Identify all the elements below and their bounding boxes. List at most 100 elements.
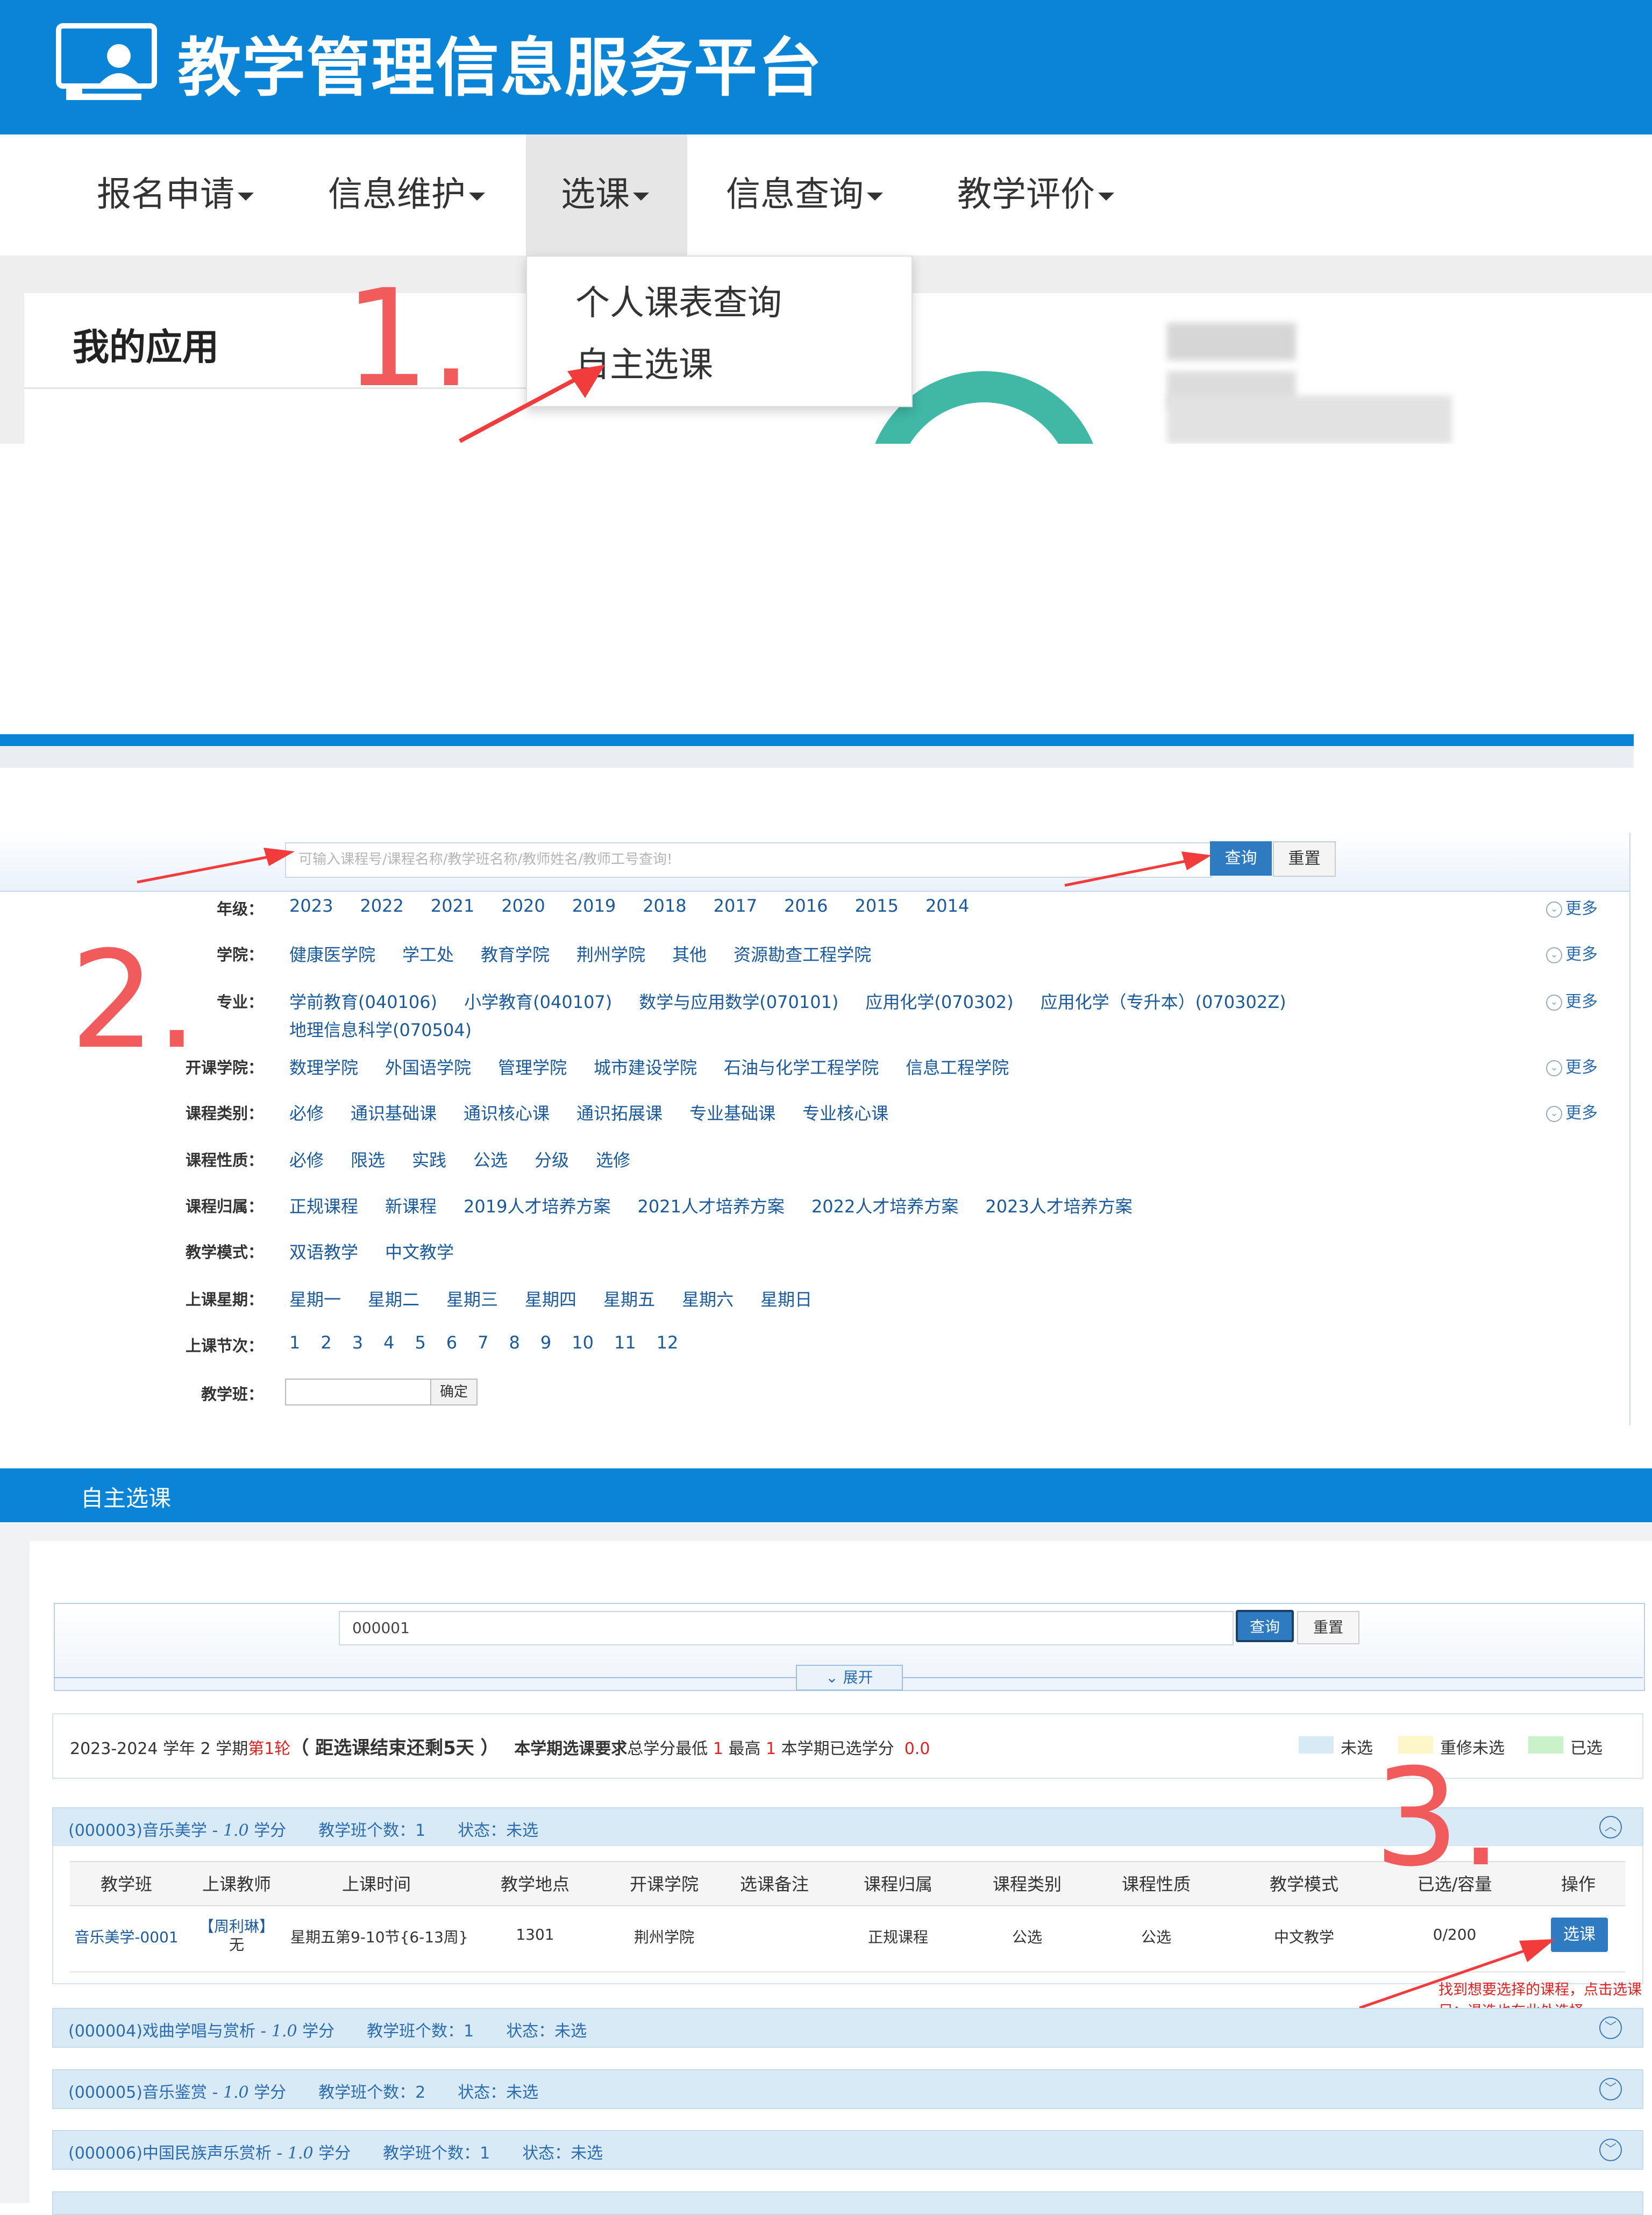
filter-option[interactable]: 管理学院 xyxy=(498,1057,567,1078)
filter-option[interactable]: 9 xyxy=(540,1332,551,1353)
filter-option[interactable]: 分级 xyxy=(535,1150,569,1170)
filter-option[interactable]: 12 xyxy=(657,1332,679,1353)
filter-option[interactable]: 双语教学 xyxy=(289,1242,358,1262)
filter-option[interactable]: 数理学院 xyxy=(289,1057,358,1078)
filter-option[interactable]: 地理信息科学(070504) xyxy=(289,1020,472,1040)
filter-option[interactable]: 2021 xyxy=(431,896,474,916)
filter-option[interactable]: 通识核心课 xyxy=(464,1103,550,1124)
filter-option[interactable]: 选修 xyxy=(596,1150,630,1170)
filter-option[interactable]: 2019 xyxy=(572,896,616,916)
filter-option[interactable]: 2023 xyxy=(289,896,333,916)
reset-button[interactable]: 重置 xyxy=(1273,841,1336,877)
filter-option[interactable]: 必修 xyxy=(289,1150,324,1170)
filter-option[interactable]: 健康医学院 xyxy=(289,945,375,965)
filter-option[interactable]: 教育学院 xyxy=(481,945,550,965)
nav-info-maintain[interactable]: 信息维护 xyxy=(312,134,511,255)
filter-option[interactable]: 石油与化学工程学院 xyxy=(724,1057,879,1078)
filter-option[interactable]: 城市建设学院 xyxy=(594,1057,697,1078)
filter-option[interactable]: 2019人才培养方案 xyxy=(464,1196,610,1217)
nav-teaching-eval[interactable]: 教学评价 xyxy=(941,134,1140,255)
filter-option[interactable]: 通识拓展课 xyxy=(576,1103,663,1124)
filter-option[interactable]: 2017 xyxy=(714,896,757,916)
filter-option[interactable]: 2020 xyxy=(501,896,545,916)
nav-course-selection[interactable]: 选课 xyxy=(526,134,687,255)
filter-option[interactable]: 2018 xyxy=(643,896,686,916)
filter-option[interactable]: 4 xyxy=(383,1332,394,1353)
filter-option[interactable]: 应用化学（专升本）(070302Z) xyxy=(1041,992,1286,1012)
course-row[interactable]: (000004)戏曲学唱与赏析 - 1.0 学分 教学班个数：1 状态：未选 ﹀ xyxy=(52,2008,1643,2048)
filter-option[interactable]: 信息工程学院 xyxy=(906,1057,1009,1078)
nav-info-query[interactable]: 信息查询 xyxy=(710,134,909,255)
course-row[interactable]: (000006)中国民族声乐赏析 - 1.0 学分 教学班个数：1 状态：未选 ﹀ xyxy=(52,2130,1643,2170)
filter-option[interactable]: 星期六 xyxy=(682,1289,734,1310)
query-button[interactable]: 查询 xyxy=(1236,1610,1294,1642)
filter-option[interactable]: 必修 xyxy=(289,1103,324,1124)
course-row[interactable] xyxy=(52,2191,1643,2215)
chevron-down-icon[interactable]: ﹀ xyxy=(1599,2017,1622,2039)
filter-option[interactable]: 2023人才培养方案 xyxy=(985,1196,1132,1217)
filter-option[interactable]: 学工处 xyxy=(402,945,454,965)
filter-option[interactable]: 2016 xyxy=(784,896,828,916)
filter-option[interactable]: 应用化学(070302) xyxy=(865,992,1013,1012)
filter-option[interactable]: 星期二 xyxy=(368,1289,419,1310)
filter-option[interactable]: 资源勘查工程学院 xyxy=(734,945,871,965)
filter-option[interactable]: 5 xyxy=(415,1332,425,1353)
more-button-major[interactable]: ⌄ 更多 xyxy=(1546,988,1598,1012)
filter-option[interactable]: 2021人才培养方案 xyxy=(637,1196,784,1217)
filter-option[interactable]: 2 xyxy=(321,1332,331,1353)
filter-option[interactable]: 小学教育(040107) xyxy=(464,992,612,1012)
chevron-down-icon[interactable]: ﹀ xyxy=(1599,2078,1622,2100)
nav-signup[interactable]: 报名申请 xyxy=(81,134,285,255)
filter-option[interactable]: 限选 xyxy=(351,1150,385,1170)
filter-option[interactable]: 荆州学院 xyxy=(576,945,645,965)
filter-option[interactable]: 星期五 xyxy=(603,1289,655,1310)
filter-option[interactable]: 公选 xyxy=(473,1150,508,1170)
more-button-college[interactable]: ⌄ 更多 xyxy=(1546,941,1598,964)
filter-option[interactable]: 7 xyxy=(478,1332,488,1353)
filter-option[interactable]: 中文教学 xyxy=(385,1242,454,1262)
more-button-grade[interactable]: ⌄ 更多 xyxy=(1546,895,1598,919)
class-confirm-button[interactable]: 确定 xyxy=(430,1379,478,1405)
filter-option[interactable]: 2015 xyxy=(855,896,899,916)
filter-option[interactable]: 6 xyxy=(446,1332,457,1353)
caret-down-icon xyxy=(867,192,883,201)
filter-option[interactable]: 8 xyxy=(509,1332,520,1353)
filter-option[interactable]: 3 xyxy=(352,1332,363,1353)
filter-option[interactable]: 星期三 xyxy=(446,1289,498,1310)
filter-option[interactable]: 2022人才培养方案 xyxy=(811,1196,958,1217)
filter-option[interactable]: 外国语学院 xyxy=(385,1057,471,1078)
filter-option[interactable]: 学前教育(040106) xyxy=(289,992,437,1012)
filter-option[interactable]: 星期四 xyxy=(525,1289,576,1310)
filter-option[interactable]: 通识基础课 xyxy=(351,1103,437,1124)
filter-option[interactable]: 正规课程 xyxy=(289,1196,358,1217)
filter-option[interactable]: 数学与应用数学(070101) xyxy=(639,992,838,1012)
filter-option[interactable]: 2022 xyxy=(360,896,403,916)
query-button[interactable]: 查询 xyxy=(1210,841,1272,876)
filter-option[interactable]: 专业核心课 xyxy=(802,1103,888,1124)
more-button-offering-college[interactable]: ⌄ 更多 xyxy=(1546,1054,1598,1077)
legend-swatch-selected xyxy=(1528,1736,1563,1753)
filter-options-course-belong: 正规课程 新课程 2019人才培养方案 2021人才培养方案 2022人才培养方案 202… xyxy=(289,1193,1159,1218)
filter-option[interactable]: 2014 xyxy=(925,896,969,916)
more-button-course-category[interactable]: ⌄ 更多 xyxy=(1546,1099,1598,1123)
filter-option[interactable]: 11 xyxy=(614,1332,636,1353)
filter-option[interactable]: 星期一 xyxy=(289,1289,341,1310)
filter-option[interactable]: 其他 xyxy=(672,945,707,965)
class-input[interactable] xyxy=(285,1379,432,1405)
filter-option[interactable]: 实践 xyxy=(412,1150,446,1170)
reset-button[interactable]: 重置 xyxy=(1297,1611,1359,1644)
expand-button[interactable]: ⌄ 展开 xyxy=(796,1665,903,1691)
filter-option[interactable]: 新课程 xyxy=(385,1196,437,1217)
class-name-link[interactable]: 音乐美学-0001 xyxy=(70,1926,183,1947)
teacher-name[interactable]: 【周利琳】 xyxy=(183,1918,290,1936)
filter-option[interactable]: 星期日 xyxy=(760,1289,812,1310)
teacher-title: 无 xyxy=(229,1936,244,1954)
menu-item-personal-timetable[interactable]: 个人课表查询 xyxy=(575,275,782,325)
filter-option[interactable]: 1 xyxy=(289,1332,300,1353)
course-row[interactable]: (000005)音乐鉴赏 - 1.0 学分 教学班个数：2 状态：未选 ﹀ xyxy=(52,2069,1643,2109)
filter-option[interactable]: 专业基础课 xyxy=(689,1103,775,1124)
chevron-down-icon[interactable]: ﹀ xyxy=(1599,2139,1622,2161)
chevron-up-icon[interactable]: ︿ xyxy=(1599,1816,1622,1838)
search-input[interactable] xyxy=(339,1611,1234,1645)
filter-option[interactable]: 10 xyxy=(572,1332,594,1353)
